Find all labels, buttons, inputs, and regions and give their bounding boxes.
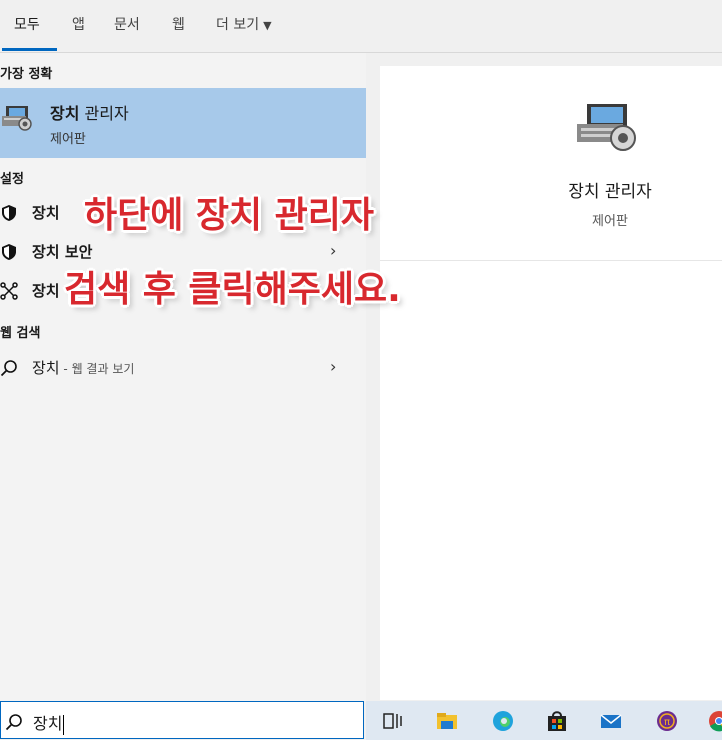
detail-divider [380, 260, 722, 261]
tab-documents[interactable]: 문서 [114, 14, 140, 34]
store-icon[interactable] [546, 710, 568, 732]
device-manager-icon [0, 104, 34, 138]
web-search-label: 장치 - 웹 결과 보기 [32, 357, 134, 378]
tab-web[interactable]: 웹 [172, 14, 185, 34]
web-search-query: 장치 [32, 359, 60, 377]
device-manager-icon [575, 100, 639, 160]
instruction-overlay-line1: 하단에 장치 관리자 [84, 195, 375, 236]
instruction-overlay-line2: 검색 후 클릭해주세요. [64, 269, 401, 310]
web-search-heading: 웹 검색 [0, 326, 41, 341]
filter-tab-bar: 모두 앱 문서 웹 더 보기 ▼ [0, 0, 722, 53]
search-query: 장치 [33, 714, 63, 733]
tab-more-label: 더 보기 [216, 17, 260, 33]
tab-apps[interactable]: 앱 [72, 14, 85, 34]
web-search-suffix: - 웹 결과 보기 [59, 362, 135, 376]
search-icon [5, 713, 23, 735]
mail-icon[interactable] [600, 710, 622, 732]
file-explorer-icon[interactable] [436, 710, 458, 732]
best-match-title-bold: 장치 [50, 104, 80, 123]
settings-item-label: 장치 [32, 282, 60, 300]
search-icon [0, 359, 18, 377]
tab-all[interactable]: 모두 [14, 14, 40, 34]
best-match-subtitle: 제어판 [50, 132, 86, 147]
shield-icon [0, 204, 18, 222]
svg-text:π: π [664, 717, 670, 728]
chevron-right-icon: › [330, 357, 337, 376]
pi-app-icon[interactable]: π [656, 710, 678, 732]
edge-icon[interactable] [492, 710, 514, 732]
chrome-icon[interactable] [708, 710, 722, 732]
search-input[interactable]: 장치 [0, 701, 364, 739]
settings-heading: 설정 [0, 172, 24, 187]
best-match-title-rest: 관리자 [79, 104, 129, 123]
search-input-value: 장치 [33, 710, 65, 735]
best-match-heading: 가장 정확 [0, 67, 53, 82]
chevron-right-icon: › [330, 241, 337, 260]
best-match-title: 장치 관리자 [50, 100, 129, 124]
detail-subtitle: 제어판 [592, 214, 628, 229]
text-caret [63, 714, 65, 735]
tab-more[interactable]: 더 보기 ▼ [216, 14, 272, 34]
settings-item-label: 장치 보안 [32, 243, 93, 261]
detail-title: 장치 관리자 [568, 182, 652, 202]
settings-item-label: 장치 [32, 204, 60, 222]
active-tab-indicator [2, 48, 57, 51]
caret-down-icon: ▼ [263, 19, 272, 32]
taskbar: π [366, 701, 722, 740]
task-view-icon[interactable] [382, 710, 404, 732]
network-icon [0, 282, 18, 300]
shield-icon [0, 243, 18, 261]
detail-panel [380, 66, 722, 700]
